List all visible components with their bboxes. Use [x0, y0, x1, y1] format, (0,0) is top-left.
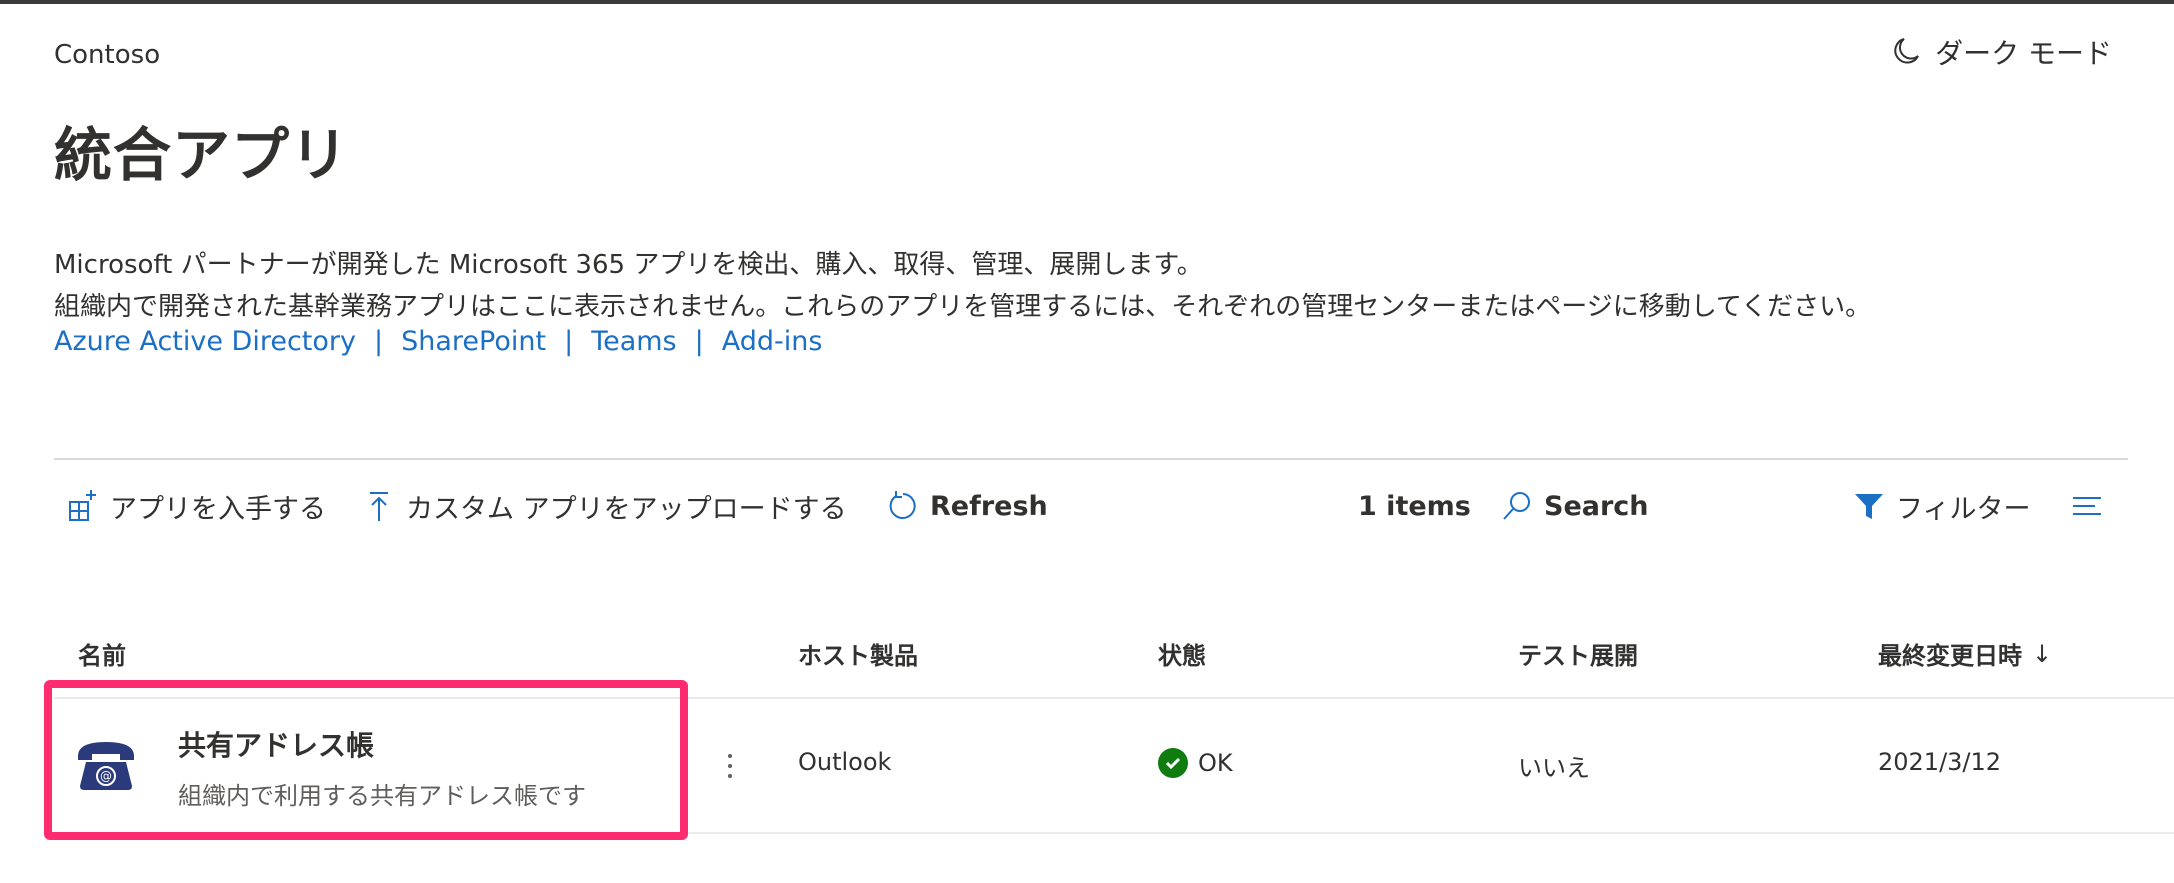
telephone-icon: @: [78, 742, 134, 790]
host-product-cell: Outlook: [798, 748, 892, 776]
svg-text:@: @: [100, 769, 112, 783]
top-border: [0, 0, 2174, 4]
upload-arrow-icon: [370, 492, 388, 521]
description-line-2: 組織内で開発された基幹業務アプリはここに表示されません。これらのアプリを管理する…: [54, 292, 1872, 322]
status-label: OK: [1198, 749, 1233, 777]
refresh-label: Refresh: [930, 490, 1048, 522]
page-description: Microsoft パートナーが開発した Microsoft 365 アプリを検…: [54, 244, 1871, 328]
item-count: 1 items: [1358, 490, 1471, 522]
more-options-button[interactable]: [718, 746, 742, 786]
column-header-host-product[interactable]: ホスト製品: [798, 636, 918, 671]
org-name: Contoso: [54, 40, 161, 70]
upload-custom-app-label: カスタム アプリをアップロードする: [406, 493, 847, 525]
test-deploy-cell: いいえ: [1518, 754, 1590, 782]
column-header-last-modified[interactable]: 最終変更日時 ↓: [1878, 636, 2052, 671]
grid-add-icon: [69, 490, 96, 521]
filter-button[interactable]: フィルター: [1852, 484, 2030, 528]
column-header-name[interactable]: 名前: [78, 636, 126, 671]
get-apps-button[interactable]: アプリを入手する: [66, 484, 326, 528]
list-view-icon: [2073, 497, 2101, 515]
column-header-label: ホスト製品: [798, 642, 918, 670]
section-divider: [54, 458, 2128, 460]
column-header-label: 状態: [1158, 642, 1206, 670]
description-line-1: Microsoft パートナーが開発した Microsoft 365 アプリを検…: [54, 250, 1203, 280]
admin-center-links: Azure Active Directory | SharePoint | Te…: [54, 326, 822, 357]
dark-mode-label: ダーク モード: [1935, 37, 2112, 70]
page-title: 統合アプリ: [54, 121, 350, 189]
column-header-label: テスト展開: [1518, 642, 1638, 670]
get-apps-label: アプリを入手する: [110, 493, 326, 525]
link-teams[interactable]: Teams: [591, 326, 676, 357]
row-divider: [54, 697, 2174, 699]
row-divider: [54, 832, 2174, 834]
column-header-label: 最終変更日時: [1878, 642, 2022, 670]
search-icon: [1503, 492, 1530, 520]
status-cell: OK: [1158, 748, 1233, 778]
search-label: Search: [1544, 490, 1649, 522]
last-modified-cell: 2021/3/12: [1878, 748, 2002, 776]
column-header-status[interactable]: 状態: [1158, 636, 1206, 671]
column-header-test-deploy[interactable]: テスト展開: [1518, 636, 1638, 671]
sort-descending-icon: ↓: [2032, 639, 2053, 668]
refresh-button[interactable]: Refresh: [886, 484, 1048, 528]
refresh-icon: [889, 491, 916, 519]
filter-icon: [1855, 494, 1883, 519]
link-sharepoint[interactable]: SharePoint: [401, 326, 546, 357]
upload-custom-app-button[interactable]: カスタム アプリをアップロードする: [362, 484, 847, 528]
app-name[interactable]: 共有アドレス帳: [178, 724, 374, 764]
link-separator: |: [694, 326, 704, 357]
link-separator: |: [374, 326, 384, 357]
filter-label: フィルター: [1896, 493, 2031, 525]
view-options-button[interactable]: [2070, 484, 2104, 528]
moon-icon: [1894, 38, 1919, 64]
search-box[interactable]: Search: [1500, 484, 1649, 528]
column-header-label: 名前: [78, 642, 126, 670]
link-azure-active-directory[interactable]: Azure Active Directory: [54, 326, 356, 357]
link-add-ins[interactable]: Add-ins: [722, 326, 823, 357]
dark-mode-toggle[interactable]: ダーク モード: [1889, 32, 2112, 72]
link-separator: |: [564, 326, 574, 357]
app-description: 組織内で利用する共有アドレス帳です: [178, 782, 586, 810]
check-circle-icon: [1158, 748, 1188, 778]
